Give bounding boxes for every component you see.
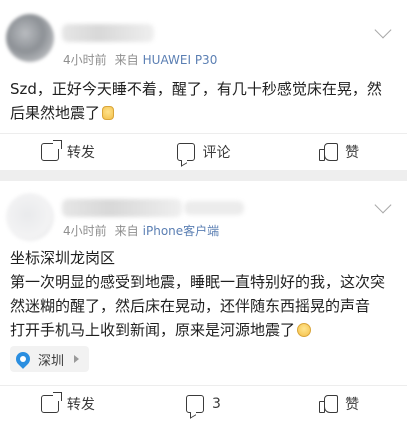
comment-label: 评论 xyxy=(202,145,231,161)
comment-button[interactable]: 评论 xyxy=(136,142,272,162)
repost-icon xyxy=(40,392,62,413)
sad-emoji-icon xyxy=(297,323,312,337)
like-button[interactable]: 赞 xyxy=(271,394,407,414)
like-button[interactable]: 赞 xyxy=(271,142,407,162)
from-label: 来自 xyxy=(114,53,139,67)
repost-button[interactable]: 转发 xyxy=(0,140,136,162)
sleepy-emoji-icon xyxy=(102,106,115,120)
from-label: 来自 xyxy=(114,224,139,238)
comment-button[interactable]: 3 xyxy=(136,395,272,413)
like-icon xyxy=(319,143,339,161)
post-text-line: Szd，正好今天睡不着，醒了，有几十秒感觉床在晃，然 xyxy=(10,80,382,98)
chevron-down-icon[interactable] xyxy=(374,21,392,39)
post-time: 4小时前 xyxy=(63,224,107,238)
action-bar: 转发 评论 赞 xyxy=(0,134,407,170)
post-source[interactable]: HUAWEI P30 xyxy=(143,53,218,67)
post-text: Szd，正好今天睡不着，醒了，有几十秒感觉床在晃，然 后果然地震了 xyxy=(10,77,400,125)
repost-label: 转发 xyxy=(66,397,95,413)
avatar[interactable] xyxy=(6,14,54,62)
comment-icon xyxy=(176,143,195,161)
location-label: 深圳 xyxy=(38,353,65,369)
username-blurred[interactable] xyxy=(62,199,182,217)
post-meta: 4小时前 来自 iPhone客户端 xyxy=(63,222,219,239)
post-text-line: 然迷糊的醒了，然后床在晃动，还伴随东西摇晃的声音 xyxy=(10,297,371,315)
comment-icon xyxy=(186,395,205,413)
like-label: 赞 xyxy=(345,397,360,413)
username-badge-blurred xyxy=(184,201,244,215)
comment-count: 3 xyxy=(212,396,221,412)
repost-label: 转发 xyxy=(66,145,95,161)
post-text-line: 第一次明显的感受到地震，睡眠一直特别好的我，这次突 xyxy=(10,273,386,291)
chevron-right-icon xyxy=(74,355,80,363)
repost-button[interactable]: 转发 xyxy=(0,392,136,414)
action-bar: 转发 3 赞 xyxy=(0,386,407,422)
post-time: 4小时前 xyxy=(63,53,107,67)
chevron-down-icon[interactable] xyxy=(374,196,392,214)
post-text-line: 后果然地震了 xyxy=(10,101,400,125)
username-blurred[interactable] xyxy=(62,24,154,42)
post-text-line: 坐标深圳龙岗区 xyxy=(10,249,116,267)
post-meta: 4小时前 来自 HUAWEI P30 xyxy=(63,51,217,68)
post-text-line: 打开手机马上收到新闻，原来是河源地震了 xyxy=(10,318,400,342)
avatar[interactable] xyxy=(6,193,54,241)
location-pin-icon xyxy=(13,349,33,369)
like-label: 赞 xyxy=(345,145,360,161)
repost-icon xyxy=(40,140,62,161)
post-text: 坐标深圳龙岗区 第一次明显的感受到地震，睡眠一直特别好的我，这次突 然迷糊的醒了… xyxy=(10,246,400,342)
post-source[interactable]: iPhone客户端 xyxy=(143,224,220,238)
post-card: 4小时前 来自 HUAWEI P30 Szd，正好今天睡不着，醒了，有几十秒感觉床在… xyxy=(0,0,407,170)
location-tag[interactable]: 深圳 xyxy=(10,346,90,372)
like-icon xyxy=(319,395,339,413)
